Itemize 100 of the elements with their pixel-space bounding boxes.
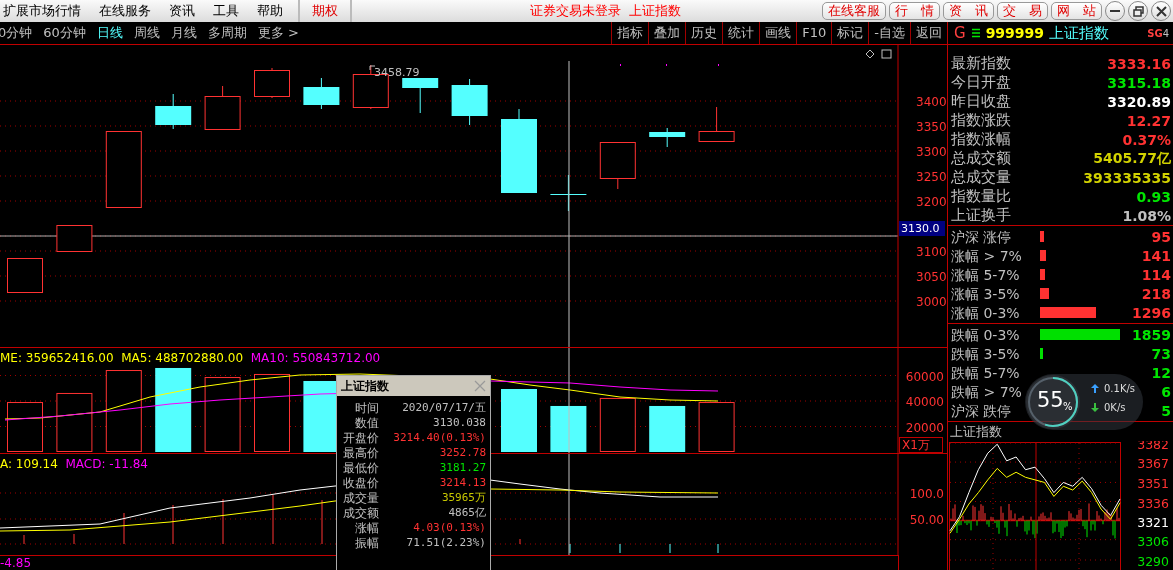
- period-tab[interactable]: 多周期: [207, 24, 247, 42]
- high-price-label: 3458.79: [374, 66, 420, 79]
- axis-label: 20000: [905, 420, 944, 435]
- tooltip-title: 上证指数: [341, 377, 389, 395]
- nav-button[interactable]: 网 站: [1051, 2, 1102, 20]
- candlestick: [7, 258, 43, 293]
- field-value: 3214.40(0.13%): [392, 431, 486, 445]
- restore-button[interactable]: [1128, 1, 1148, 21]
- candlestick: [204, 85, 241, 130]
- nav-button[interactable]: 交 易: [997, 2, 1048, 20]
- toolbar-button[interactable]: 叠加: [648, 22, 686, 44]
- candlestick: [649, 127, 686, 148]
- stock-name: 上证指数: [1049, 23, 1110, 43]
- menu-item[interactable]: 资讯: [160, 0, 204, 22]
- leader-line: [369, 65, 376, 71]
- menu-item[interactable]: 在线服务: [90, 0, 160, 22]
- stat-value: 3333.16: [1107, 55, 1171, 72]
- toolbar-button[interactable]: 历史: [685, 22, 723, 44]
- lines-icon[interactable]: [970, 28, 981, 38]
- field-label: 成交量: [342, 491, 379, 505]
- minimize-button[interactable]: [1105, 1, 1125, 21]
- field-value: 3214.13: [438, 476, 486, 490]
- period-tab[interactable]: 周线: [133, 24, 160, 42]
- toolbar-button[interactable]: -自选: [868, 22, 910, 44]
- breadth-count: 114: [1141, 266, 1171, 283]
- breadth-bar: [1040, 231, 1045, 242]
- diamond-icon[interactable]: [865, 49, 875, 59]
- period-tab[interactable]: 日线: [96, 24, 123, 42]
- nav-button[interactable]: 行 情: [889, 2, 940, 20]
- volume-bar: [7, 402, 43, 452]
- breadth-bar: [1040, 288, 1050, 299]
- stat-label: 总成交额: [951, 149, 1011, 168]
- toolbar-button[interactable]: 返回: [910, 22, 947, 44]
- breadth-count: 218: [1141, 285, 1171, 302]
- menu-item[interactable]: 工具: [204, 0, 248, 22]
- legend-text: ME: 359652416.00: [0, 351, 114, 365]
- candlestick: [599, 141, 636, 190]
- restore-icon: [1132, 5, 1144, 17]
- axis-label: 3000: [916, 295, 947, 309]
- close-button[interactable]: [1151, 1, 1171, 21]
- axis-label: 3300: [916, 145, 947, 159]
- stat-label: 指数量比: [951, 187, 1011, 206]
- breadth-bar: [1040, 269, 1045, 280]
- market-code: G: [954, 24, 966, 42]
- menu-item[interactable]: 帮助: [248, 0, 292, 22]
- toolbar-button[interactable]: F10: [796, 22, 832, 44]
- breadth-label: 沪深 跌停: [951, 402, 1012, 419]
- toolbar-button[interactable]: 指标: [611, 22, 649, 44]
- stat-label: 指数涨幅: [951, 130, 1011, 149]
- stock-code: 999999: [985, 25, 1045, 41]
- candlestick: [303, 77, 340, 110]
- unit-label: X1万: [899, 437, 943, 453]
- market-tag-text: SG: [1147, 27, 1163, 39]
- breadth-bar: [1040, 250, 1047, 261]
- nav-button[interactable]: 在线客服: [822, 2, 886, 20]
- field-label: 振幅: [354, 536, 379, 550]
- field-label: 收盘价: [342, 476, 379, 490]
- legend-text: A: 109.14: [0, 457, 58, 471]
- toolbar-button[interactable]: 画线: [759, 22, 797, 44]
- period-tab[interactable]: 60分钟: [43, 24, 86, 42]
- stat-value: 12.27: [1126, 112, 1171, 129]
- axis-label: 3290: [1137, 554, 1169, 569]
- badge-number: 4: [1162, 27, 1170, 39]
- candlestick: [451, 78, 488, 126]
- field-label: 开盘价: [342, 431, 379, 445]
- field-label: 成交额: [342, 506, 379, 520]
- breadth-label: 涨幅 0-3%: [951, 304, 1020, 321]
- field-value: 3252.78: [438, 446, 486, 460]
- field-value: 4.03(0.13%): [412, 521, 486, 535]
- window-icon[interactable]: [881, 49, 892, 59]
- candlestick: [155, 93, 192, 130]
- volume-bar: [501, 389, 537, 452]
- stat-label: 昨日收盘: [951, 92, 1011, 111]
- toolbar-button[interactable]: 标记: [831, 22, 869, 44]
- candlestick: [56, 225, 93, 252]
- breadth-label: 涨幅 3-5%: [951, 285, 1020, 302]
- menu-item[interactable]: 扩展市场行情: [0, 0, 90, 22]
- field-value: 35965万: [440, 491, 486, 505]
- breadth-count: 1296: [1132, 304, 1171, 321]
- field-label: 涨幅: [354, 521, 379, 535]
- stat-label: 指数涨跌: [951, 111, 1011, 130]
- period-tab[interactable]: 更多 >: [257, 24, 299, 42]
- stat-value: 3320.89: [1107, 93, 1171, 110]
- status-text: 证券交易未登录 上证指数: [530, 2, 682, 20]
- period-tab[interactable]: 月线: [170, 24, 197, 42]
- legend-text: MACD: -11.84: [65, 457, 148, 471]
- field-value: 2020/07/17/五: [401, 401, 486, 415]
- nav-button[interactable]: 资 讯: [943, 2, 994, 20]
- percent-sign: %: [1063, 401, 1073, 412]
- axis-label: 3321: [1137, 514, 1169, 530]
- stat-label: 总成交量: [951, 168, 1011, 187]
- usage-percent: 55: [1037, 388, 1064, 412]
- legend-text: MA10: 550843712.00: [250, 351, 381, 365]
- breadth-label: 沪深 涨停: [951, 228, 1012, 245]
- volume-bar: [599, 397, 636, 452]
- axis-label: 60000: [905, 369, 944, 384]
- toolbar-button[interactable]: 统计: [722, 22, 760, 44]
- axis-label: 100.0: [909, 487, 944, 501]
- breadth-label: 跌幅 5-7%: [951, 364, 1020, 381]
- stat-value: 1.08%: [1122, 207, 1171, 224]
